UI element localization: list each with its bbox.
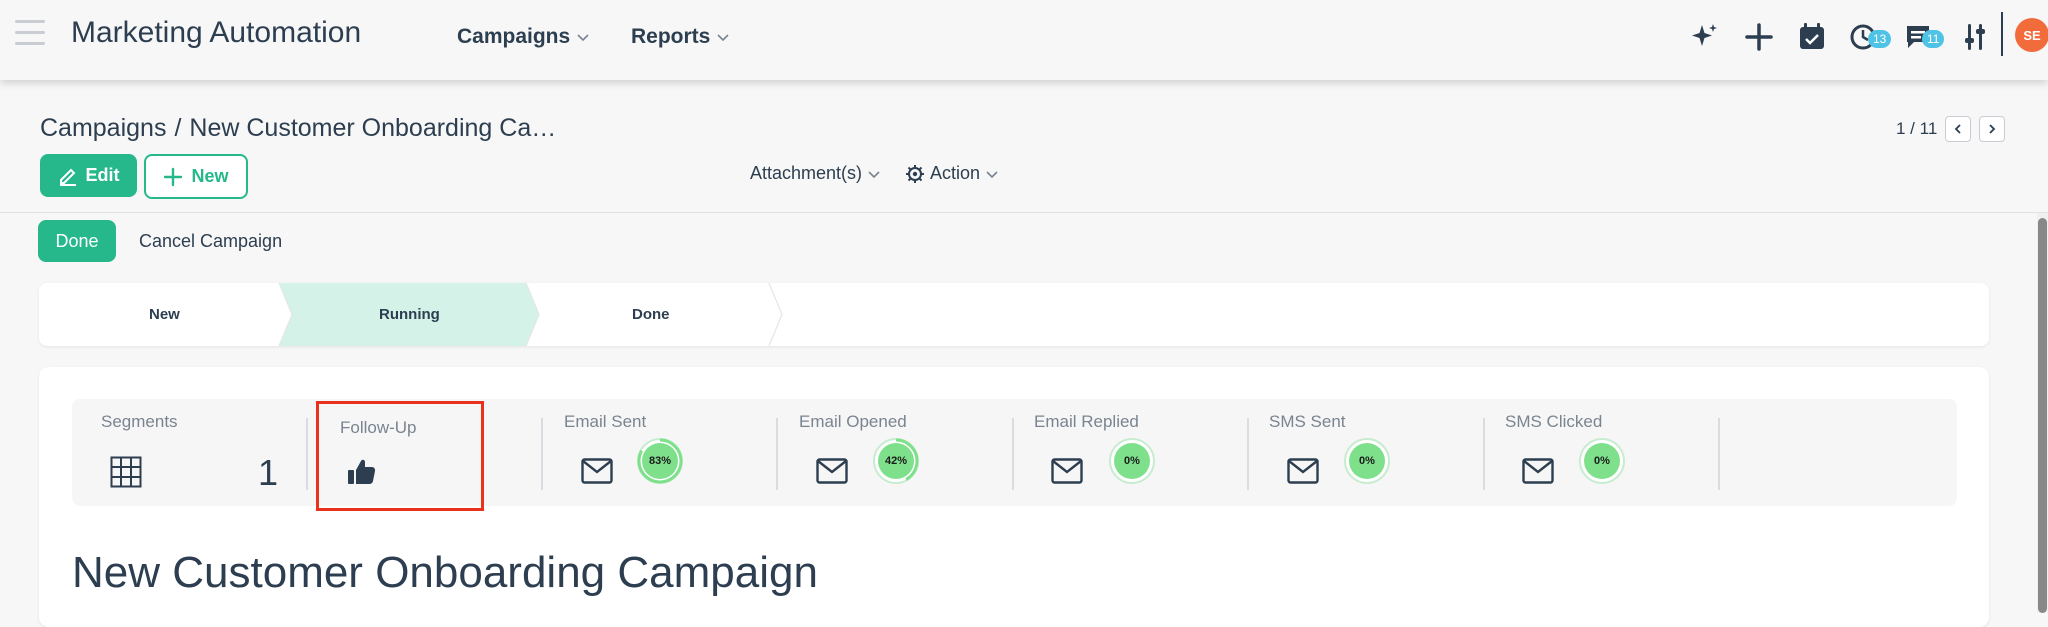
plus-icon[interactable] — [1742, 20, 1776, 54]
email-sent-percent: 83% — [648, 455, 672, 467]
pager-text: 1 / 11 — [1896, 119, 1938, 138]
nav-reports[interactable]: Reports — [631, 25, 730, 49]
breadcrumb-separator: / — [174, 114, 182, 142]
ai-sparkle-icon[interactable] — [1688, 20, 1722, 54]
top-bar: Marketing Automation Campaigns Reports 1… — [0, 0, 2048, 80]
stat-divider — [1483, 418, 1485, 490]
follow-up-highlight — [316, 401, 484, 511]
stage-new[interactable]: New — [149, 306, 180, 323]
breadcrumb-root[interactable]: Campaigns — [40, 114, 166, 142]
attachments-label: Attachment(s) — [750, 163, 863, 183]
chevron-down-icon — [986, 170, 998, 178]
sms-sent-label: SMS Sent — [1269, 412, 1346, 431]
stat-divider — [1718, 418, 1720, 490]
chevron-right-icon — [1989, 124, 1996, 134]
stat-divider — [1012, 418, 1014, 490]
edit-button[interactable]: Edit — [40, 154, 137, 197]
campaign-title: New Customer Onboarding Campaign — [72, 548, 818, 597]
email-replied-percent: 0% — [1124, 455, 1140, 467]
nav-campaigns[interactable]: Campaigns — [457, 25, 590, 49]
header-divider — [2001, 12, 2003, 56]
email-replied-label: Email Replied — [1034, 412, 1139, 431]
stage-done[interactable]: Done — [632, 306, 670, 323]
stage-running[interactable]: Running — [379, 306, 440, 323]
plus-icon — [164, 167, 183, 186]
done-button[interactable]: Done — [38, 220, 116, 262]
stat-divider — [306, 418, 308, 490]
scrollbar-thumb[interactable] — [2038, 218, 2047, 613]
edit-button-label: Edit — [85, 165, 120, 185]
user-avatar[interactable]: SE — [2015, 18, 2048, 52]
envelope-icon[interactable] — [1522, 458, 1554, 484]
settings-sliders-icon[interactable] — [1958, 20, 1992, 54]
messages-badge: 11 — [1922, 30, 1945, 48]
envelope-icon[interactable] — [581, 458, 613, 484]
action-dropdown[interactable]: Action — [905, 163, 999, 184]
stage-pipeline: New Running Done — [39, 283, 1989, 346]
chevron-left-icon — [1955, 124, 1961, 134]
new-button[interactable]: New — [144, 154, 248, 199]
breadcrumb-current: New Customer Onboarding Ca… — [189, 114, 557, 142]
email-opened-percent: 42% — [884, 455, 908, 467]
sms-clicked-percent: 0% — [1594, 455, 1610, 467]
attachments-dropdown[interactable]: Attachment(s) — [750, 163, 881, 184]
pencil-icon — [59, 168, 76, 186]
next-record-button[interactable] — [1979, 116, 2006, 142]
email-sent-label: Email Sent — [564, 412, 647, 431]
cancel-campaign-button[interactable]: Cancel Campaign — [139, 231, 282, 252]
previous-record-button[interactable] — [1945, 116, 1972, 142]
breadcrumb: Campaigns / New Customer Onboarding Ca… — [40, 114, 556, 143]
stat-divider — [541, 418, 543, 490]
record-pager: 1 / 11 — [1896, 116, 2006, 142]
sms-sent-percent: 0% — [1359, 455, 1375, 467]
segments-count: 1 — [258, 452, 279, 493]
app-title: Marketing Automation — [71, 16, 362, 49]
chevron-down-icon — [717, 34, 729, 42]
action-label: Action — [930, 163, 981, 183]
toolbar-divider — [0, 212, 2048, 213]
envelope-icon[interactable] — [1051, 458, 1083, 484]
nav-campaigns-label: Campaigns — [457, 25, 571, 48]
email-opened-label: Email Opened — [799, 412, 907, 431]
chevron-down-icon — [868, 170, 880, 178]
new-button-label: New — [191, 166, 229, 186]
menu-icon[interactable] — [15, 20, 45, 46]
grid-icon[interactable] — [110, 456, 142, 488]
gear-icon — [906, 164, 924, 183]
envelope-icon[interactable] — [1287, 458, 1319, 484]
calendar-check-icon[interactable] — [1795, 20, 1829, 54]
stat-divider — [776, 418, 778, 490]
activity-badge: 13 — [1868, 30, 1892, 48]
segments-label: Segments — [101, 412, 178, 431]
envelope-icon[interactable] — [816, 458, 848, 484]
chevron-down-icon — [577, 34, 589, 42]
nav-reports-label: Reports — [631, 25, 711, 48]
sms-clicked-label: SMS Clicked — [1505, 412, 1603, 431]
stage-arrows — [278, 283, 783, 346]
stat-divider — [1247, 418, 1249, 490]
